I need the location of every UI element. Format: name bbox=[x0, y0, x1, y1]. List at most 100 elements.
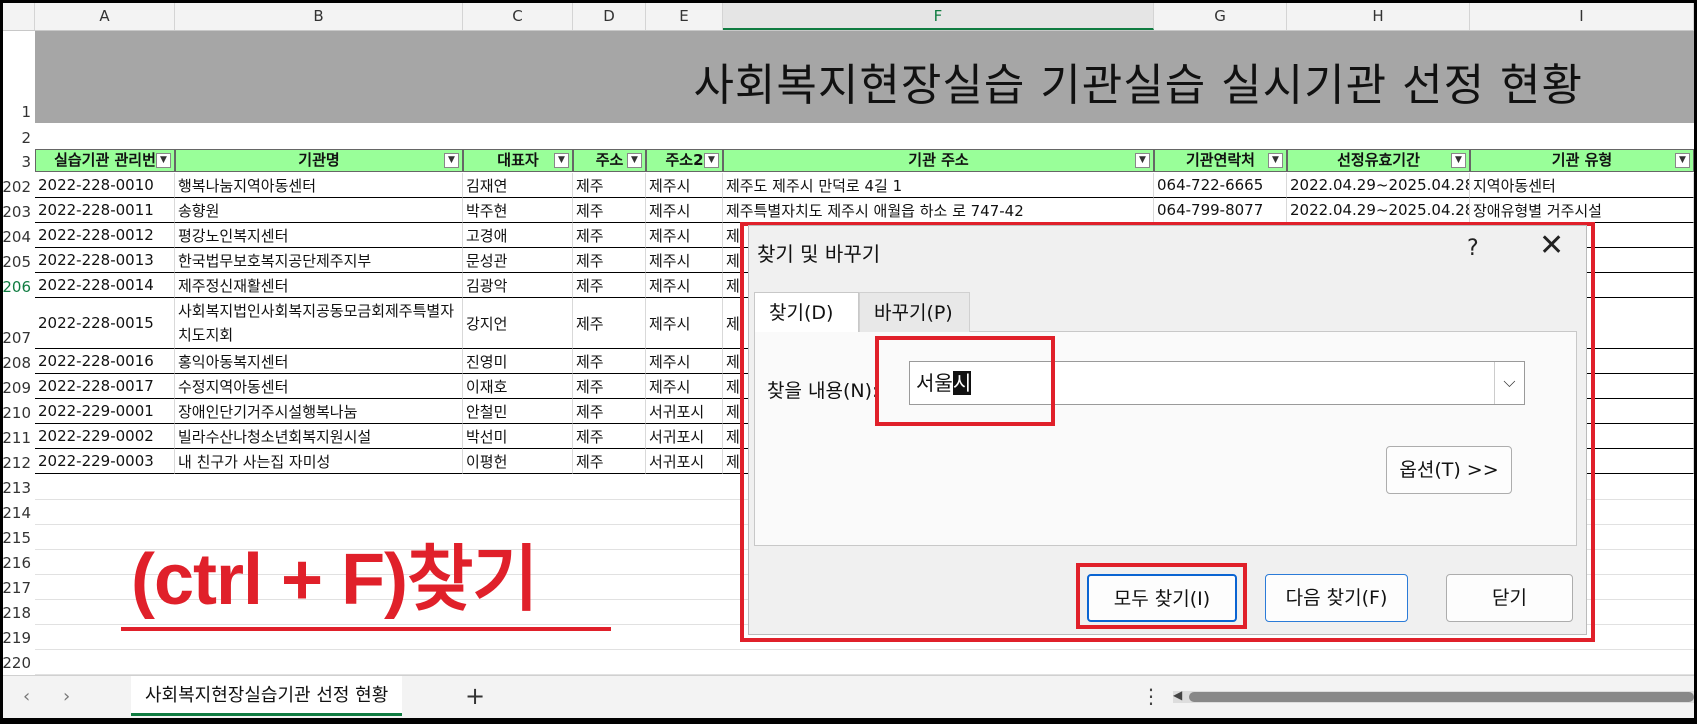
header-cell[interactable]: 대표자 ▼ bbox=[463, 149, 573, 172]
scroll-left-icon[interactable]: ◀ bbox=[1173, 688, 1182, 702]
table-cell[interactable]: 2022-228-0014 bbox=[35, 273, 175, 298]
row-header[interactable]: 3 bbox=[3, 149, 33, 173]
filter-dropdown-icon[interactable]: ▼ bbox=[627, 153, 642, 168]
header-cell[interactable]: 주소2 ▼ bbox=[646, 149, 723, 172]
row-header[interactable]: 211 bbox=[3, 424, 33, 449]
table-cell[interactable]: 박주현 bbox=[463, 198, 573, 223]
table-cell[interactable]: 안철민 bbox=[463, 399, 573, 424]
scrollbar-thumb[interactable] bbox=[1189, 692, 1694, 702]
more-options-icon[interactable]: ⋮ bbox=[1141, 684, 1161, 708]
plus-icon[interactable]: + bbox=[465, 682, 485, 710]
table-cell[interactable]: 제주 bbox=[573, 273, 646, 298]
tab-find[interactable]: 찾기(D) bbox=[754, 292, 859, 332]
table-cell[interactable]: 제주 bbox=[573, 248, 646, 273]
table-cell[interactable]: 수정지역아동센터 bbox=[175, 374, 463, 399]
row-header[interactable]: 215 bbox=[3, 524, 33, 549]
table-cell[interactable]: 이평헌 bbox=[463, 449, 573, 474]
header-cell[interactable]: 실습기관 관리번 ▼ bbox=[35, 149, 175, 172]
row-header[interactable]: 217 bbox=[3, 574, 33, 599]
filter-dropdown-icon[interactable]: ▼ bbox=[554, 153, 569, 168]
table-cell[interactable]: 제주 bbox=[573, 173, 646, 198]
table-cell[interactable]: 제주 bbox=[573, 223, 646, 248]
table-cell[interactable]: 지역아동센터 bbox=[1470, 173, 1694, 198]
table-cell[interactable]: 064-722-6665 bbox=[1154, 173, 1287, 198]
table-cell[interactable]: 제주특별자치도 제주시 애월읍 하소 로 747-42 bbox=[723, 198, 1154, 223]
filter-dropdown-icon[interactable]: ▼ bbox=[1675, 153, 1690, 168]
select-all-corner[interactable] bbox=[3, 3, 35, 30]
table-cell[interactable]: 2022-228-0016 bbox=[35, 349, 175, 374]
table-cell[interactable]: 제주 bbox=[573, 374, 646, 399]
table-cell[interactable]: 2022-229-0003 bbox=[35, 449, 175, 474]
header-cell[interactable]: 기관연락처 ▼ bbox=[1154, 149, 1287, 172]
table-cell[interactable]: 제주시 bbox=[646, 223, 723, 248]
table-cell[interactable]: 사회복지법인사회복지공동모금회제주특별자치도지회 bbox=[175, 298, 463, 349]
table-cell[interactable]: 제주도 제주시 만덕로 4길 1 bbox=[723, 173, 1154, 198]
chevron-left-icon[interactable]: ‹ bbox=[23, 686, 30, 707]
column-header-e[interactable]: E bbox=[646, 3, 723, 30]
table-cell[interactable]: 제주시 bbox=[646, 198, 723, 223]
header-cell[interactable]: 기관명 ▼ bbox=[175, 149, 463, 172]
sheet-tab-active[interactable]: 사회복지현장실습기관 선정 현황 bbox=[131, 676, 403, 716]
table-cell[interactable]: 김재연 bbox=[463, 173, 573, 198]
table-cell[interactable]: 제주 bbox=[573, 349, 646, 374]
header-cell[interactable]: 선정유효기간 ▼ bbox=[1287, 149, 1470, 172]
row-header[interactable]: 2 bbox=[3, 123, 33, 149]
table-cell[interactable]: 제주시 bbox=[646, 298, 723, 349]
table-cell[interactable]: 2022-228-0012 bbox=[35, 223, 175, 248]
row-header[interactable]: 209 bbox=[3, 374, 33, 399]
table-cell[interactable]: 박선미 bbox=[463, 424, 573, 449]
table-cell[interactable]: 2022-228-0013 bbox=[35, 248, 175, 273]
column-header-b[interactable]: B bbox=[175, 3, 463, 30]
table-cell[interactable]: 2022-228-0010 bbox=[35, 173, 175, 198]
filter-dropdown-icon[interactable]: ▼ bbox=[704, 153, 719, 168]
header-cell[interactable]: 주소 ▼ bbox=[573, 149, 646, 172]
table-cell[interactable]: 내 친구가 사는집 자미성 bbox=[175, 449, 463, 474]
table-cell[interactable]: 고경애 bbox=[463, 223, 573, 248]
row-header[interactable]: 213 bbox=[3, 474, 33, 499]
table-cell[interactable]: 제주 bbox=[573, 198, 646, 223]
tab-replace[interactable]: 바꾸기(P) bbox=[859, 292, 970, 332]
row-header[interactable]: 204 bbox=[3, 223, 33, 248]
row-header[interactable]: 202 bbox=[3, 173, 33, 198]
column-header-c[interactable]: C bbox=[463, 3, 573, 30]
table-cell[interactable]: 이재호 bbox=[463, 374, 573, 399]
row-header[interactable]: 220 bbox=[3, 649, 33, 674]
row-header[interactable]: 216 bbox=[3, 549, 33, 574]
column-header-g[interactable]: G bbox=[1154, 3, 1287, 30]
sheet-title[interactable]: 사회복지현장실습 기관실습 실시기관 선정 현황 bbox=[693, 49, 1583, 113]
column-header-a[interactable]: A bbox=[35, 3, 175, 30]
column-header-h[interactable]: H bbox=[1287, 3, 1470, 30]
table-cell[interactable]: 2022-228-0017 bbox=[35, 374, 175, 399]
table-cell[interactable]: 제주시 bbox=[646, 349, 723, 374]
close-icon[interactable]: ✕ bbox=[1539, 231, 1564, 261]
filter-dropdown-icon[interactable]: ▼ bbox=[1268, 153, 1283, 168]
table-cell[interactable]: 제주 bbox=[573, 298, 646, 349]
column-header-i[interactable]: I bbox=[1470, 3, 1694, 30]
header-cell[interactable]: 기관 유형 ▼ bbox=[1470, 149, 1694, 172]
table-cell[interactable]: 장애인단기거주시설행복나눔 bbox=[175, 399, 463, 424]
table-cell[interactable]: 행복나눔지역아동센터 bbox=[175, 173, 463, 198]
row-header[interactable]: 1 bbox=[3, 31, 33, 123]
table-cell[interactable]: 진영미 bbox=[463, 349, 573, 374]
table-cell[interactable]: 2022-229-0002 bbox=[35, 424, 175, 449]
row-header[interactable]: 214 bbox=[3, 499, 33, 524]
table-cell[interactable]: 서귀포시 bbox=[646, 399, 723, 424]
row-header[interactable]: 206 bbox=[3, 273, 33, 298]
table-cell[interactable]: 장애유형별 거주시설 bbox=[1470, 198, 1694, 223]
row-header[interactable]: 203 bbox=[3, 198, 33, 223]
table-cell[interactable]: 2022-229-0001 bbox=[35, 399, 175, 424]
table-cell[interactable]: 제주 bbox=[573, 449, 646, 474]
help-icon[interactable]: ? bbox=[1467, 236, 1479, 261]
filter-dropdown-icon[interactable]: ▼ bbox=[1135, 153, 1150, 168]
column-header-d[interactable]: D bbox=[573, 3, 646, 30]
table-cell[interactable]: 제주시 bbox=[646, 374, 723, 399]
chevron-right-icon[interactable]: › bbox=[63, 686, 70, 707]
row-header[interactable]: 208 bbox=[3, 349, 33, 374]
row-header[interactable]: 219 bbox=[3, 624, 33, 649]
table-cell[interactable]: 서귀포시 bbox=[646, 449, 723, 474]
filter-dropdown-icon[interactable]: ▼ bbox=[1451, 153, 1466, 168]
table-cell[interactable]: 강지언 bbox=[463, 298, 573, 349]
chevron-down-icon[interactable]: ⌵ bbox=[1494, 362, 1524, 404]
horizontal-scrollbar[interactable]: ◀ bbox=[1173, 688, 1694, 703]
filter-dropdown-icon[interactable]: ▼ bbox=[444, 153, 459, 168]
